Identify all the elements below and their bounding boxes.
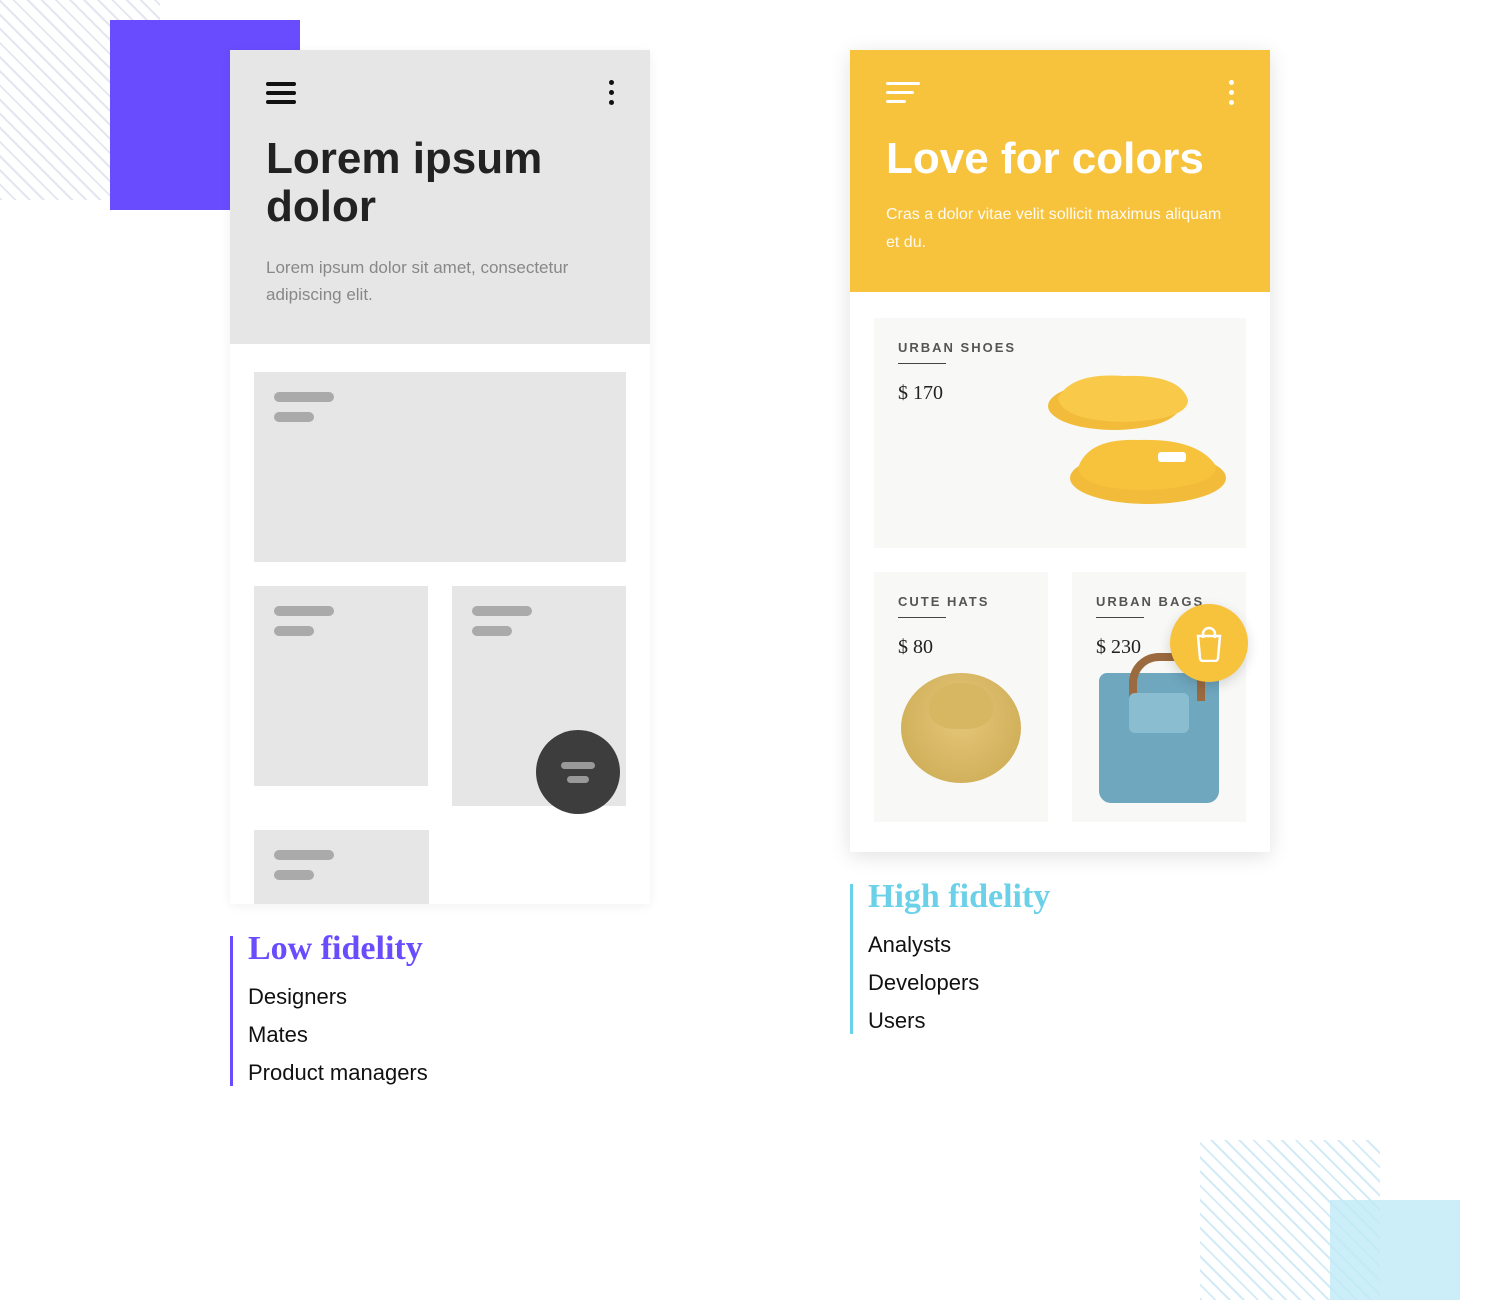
high-fidelity-mockup: Love for colors Cras a dolor vitae velit… (850, 50, 1270, 852)
hat-image (901, 673, 1021, 783)
hifi-header: Love for colors Cras a dolor vitae velit… (850, 50, 1270, 292)
product-price: $ 80 (898, 636, 1024, 659)
audience-item: Developers (868, 970, 1270, 996)
shopping-bag-fab[interactable] (1170, 604, 1248, 682)
high-fidelity-column: Love for colors Cras a dolor vitae velit… (850, 50, 1270, 1098)
hifi-body: URBAN SHOES $ 170 CUTE HATS (850, 292, 1270, 852)
hifi-subtitle: Cras a dolor vitae velit sollicit maximu… (886, 201, 1234, 255)
hamburger-icon[interactable] (266, 82, 296, 104)
more-vertical-icon[interactable] (609, 80, 614, 105)
product-label: CUTE HATS (898, 594, 1024, 609)
hifi-title: Love for colors (886, 135, 1234, 183)
shoes-image (1028, 348, 1228, 518)
low-fidelity-column: Lorem ipsum dolor Lorem ipsum dolor sit … (230, 50, 650, 1098)
product-card-shoes[interactable]: URBAN SHOES $ 170 (874, 318, 1246, 548)
low-fidelity-mockup: Lorem ipsum dolor Lorem ipsum dolor sit … (230, 50, 650, 904)
shopping-bag-icon (1192, 624, 1226, 662)
more-vertical-icon[interactable] (1229, 80, 1234, 105)
menu-staggered-icon[interactable] (886, 82, 920, 103)
filter-fab[interactable] (536, 730, 620, 814)
caption-title: Low fidelity (248, 930, 650, 968)
audience-item: Designers (248, 984, 650, 1010)
lofi-header: Lorem ipsum dolor Lorem ipsum dolor sit … (230, 50, 650, 344)
bag-image (1099, 673, 1219, 803)
lofi-subtitle: Lorem ipsum dolor sit amet, consectetur … (266, 254, 614, 308)
audience-item: Users (868, 1008, 1270, 1034)
decorative-block-cyan (1330, 1200, 1460, 1300)
audience-item: Product managers (248, 1060, 650, 1086)
lofi-title: Lorem ipsum dolor (266, 135, 614, 232)
audience-item: Mates (248, 1022, 650, 1048)
product-card-hats[interactable]: CUTE HATS $ 80 (874, 572, 1048, 822)
high-fidelity-caption: High fidelity Analysts Developers Users (850, 878, 1270, 1034)
lofi-card[interactable] (254, 586, 428, 786)
audience-item: Analysts (868, 932, 1270, 958)
lofi-card[interactable] (254, 830, 429, 904)
lofi-body (230, 344, 650, 904)
low-fidelity-caption: Low fidelity Designers Mates Product man… (230, 930, 650, 1086)
caption-title: High fidelity (868, 878, 1270, 916)
filter-icon (561, 762, 595, 769)
lofi-card-wide[interactable] (254, 372, 626, 562)
